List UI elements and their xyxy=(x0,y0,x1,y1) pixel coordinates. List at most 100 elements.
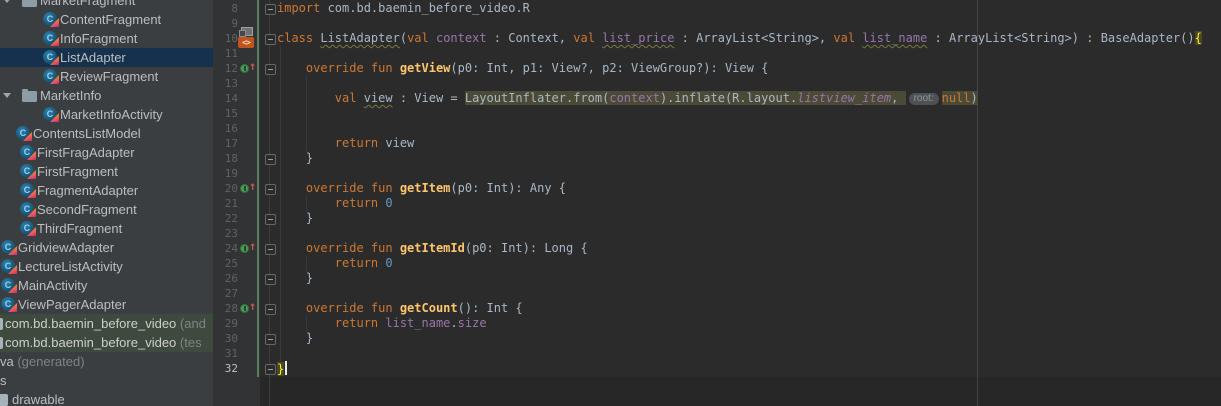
code-line-17[interactable]: return view xyxy=(277,136,414,151)
code-token: import xyxy=(277,1,328,15)
code-token: 0 xyxy=(385,196,393,210)
code-token: val xyxy=(833,31,863,45)
code-token: view xyxy=(378,136,415,150)
line-number: 10 xyxy=(224,32,238,45)
tree-item-com-bd-baemin-before-video[interactable]: com.bd.baemin_before_video (tes xyxy=(0,333,213,352)
tree-item-contentslistmodel[interactable]: C ContentsListModel xyxy=(0,124,213,143)
tree-item-infofragment[interactable]: C InfoFragment xyxy=(0,29,213,48)
tree-item-viewpageradapter[interactable]: C ViewPagerAdapter xyxy=(0,295,213,314)
tree-item-label: MarketFragment xyxy=(40,0,136,8)
code-token: getView xyxy=(399,61,451,75)
tree-item-mainactivity[interactable]: C MainActivity xyxy=(0,276,213,295)
kotlin-class-icon: C xyxy=(20,201,36,217)
line-number: 14 xyxy=(224,92,238,105)
parameter-name-hint: root: xyxy=(908,93,939,105)
text-caret xyxy=(285,361,288,375)
fold-marker-top[interactable] xyxy=(265,244,276,255)
code-line-25[interactable]: return 0 xyxy=(277,256,393,271)
tree-item-thirdfragment[interactable]: C ThirdFragment xyxy=(0,219,213,238)
expand-arrow-icon[interactable] xyxy=(3,93,11,98)
code-token: list_price xyxy=(602,31,675,45)
fold-marker-end[interactable] xyxy=(265,154,276,165)
line-number: 11 xyxy=(224,47,238,60)
override-method-gutter-icon[interactable]: ↑ xyxy=(240,59,258,75)
tree-item-lecturelistactivity[interactable]: C LectureListActivity xyxy=(0,257,213,276)
tree-item-marketinfo[interactable]: MarketInfo xyxy=(0,86,213,105)
code-line-32[interactable]: } xyxy=(277,361,288,376)
line-number: 9 xyxy=(231,17,238,30)
override-method-gutter-icon[interactable]: ↑ xyxy=(240,239,258,255)
line-number: 25 xyxy=(224,257,238,270)
override-circle-icon xyxy=(240,244,249,253)
override-circle-icon xyxy=(240,304,249,313)
fold-marker-top[interactable] xyxy=(265,184,276,195)
tree-item-label: com.bd.baemin_before_video (and xyxy=(5,316,206,331)
tree-item-label: FirstFragment xyxy=(37,164,118,179)
code-line-30[interactable]: } xyxy=(277,331,313,346)
code-token: } xyxy=(277,151,314,165)
fold-marker-top[interactable] xyxy=(265,304,276,315)
line-number: 26 xyxy=(224,272,238,285)
code-token: } xyxy=(277,362,285,376)
fold-marker-end[interactable] xyxy=(265,364,276,375)
line-number: 8 xyxy=(231,2,238,15)
tree-item-drawable[interactable]: drawable xyxy=(0,390,213,406)
kotlin-class-icon: C xyxy=(43,11,59,27)
code-line-22[interactable]: } xyxy=(277,211,313,226)
tree-item-listadapter[interactable]: C ListAdapter xyxy=(0,48,213,67)
override-method-gutter-icon[interactable]: ↑ xyxy=(240,299,258,315)
code-token: } xyxy=(277,271,314,285)
tree-item-gridviewadapter[interactable]: C GridviewAdapter xyxy=(0,238,213,257)
code-line-10[interactable]: class ListAdapter(val context : Context,… xyxy=(277,31,1202,46)
fold-marker-top[interactable] xyxy=(265,64,276,75)
code-line-18[interactable]: } xyxy=(277,151,313,166)
tree-item-secondfragment[interactable]: C SecondFragment xyxy=(0,200,213,219)
folder-icon xyxy=(22,89,37,102)
tree-item-firstfragment[interactable]: C FirstFragment xyxy=(0,162,213,181)
tree-item-firstfragadapter[interactable]: C FirstFragAdapter xyxy=(0,143,213,162)
line-number: 32 xyxy=(224,362,238,375)
code-line-24[interactable]: override fun getItemId(p0: Int): Long { xyxy=(277,241,588,256)
code-token: (p0: Int): Any { xyxy=(450,181,566,195)
kotlin-class-icon: C xyxy=(16,125,32,141)
fold-marker-end[interactable] xyxy=(265,274,276,285)
tree-item-s[interactable]: s xyxy=(0,371,213,390)
line-number: 29 xyxy=(224,317,238,330)
right-margin-guide xyxy=(977,0,978,406)
related-layout-gutter-icon[interactable]: <> xyxy=(238,27,256,48)
code-line-8[interactable]: import com.bd.baemin_before_video.R xyxy=(277,1,530,16)
expand-arrow-icon[interactable] xyxy=(3,0,11,3)
kotlin-class-icon: C xyxy=(1,296,17,312)
fold-marker-end[interactable] xyxy=(265,334,276,345)
code-line-29[interactable]: return list_name.size xyxy=(277,316,487,331)
code-line-28[interactable]: override fun getCount(): Int { xyxy=(277,301,523,316)
code-token: override fun xyxy=(305,301,400,315)
line-number: 23 xyxy=(224,227,238,240)
fold-marker-end[interactable] xyxy=(265,214,276,225)
code-token: ).inflate(R.layout. xyxy=(659,91,798,105)
line-number: 20 xyxy=(224,182,238,195)
code-token: , xyxy=(891,91,906,105)
tree-item-reviewfragment[interactable]: C ReviewFragment xyxy=(0,67,213,86)
code-token: } xyxy=(277,331,314,345)
line-number: 19 xyxy=(224,167,238,180)
code-token: LayoutInflater.from( xyxy=(464,91,610,105)
fold-marker-top[interactable] xyxy=(265,34,276,45)
override-method-gutter-icon[interactable]: ↑ xyxy=(240,179,258,195)
tree-item-marketinfoactivity[interactable]: C MarketInfoActivity xyxy=(0,105,213,124)
tree-item-com-bd-baemin-before-video[interactable]: com.bd.baemin_before_video (and xyxy=(0,314,213,333)
tree-item-marketfragment[interactable]: MarketFragment xyxy=(0,0,213,10)
code-token: val xyxy=(573,31,603,45)
code-line-21[interactable]: return 0 xyxy=(277,196,393,211)
tree-item-va[interactable]: va (generated) xyxy=(0,352,213,371)
code-line-14[interactable]: val view : View = LayoutInflater.from(co… xyxy=(277,91,978,106)
fold-marker-top[interactable] xyxy=(265,4,276,15)
code-line-20[interactable]: override fun getItem(p0: Int): Any { xyxy=(277,181,566,196)
code-token: getItemId xyxy=(399,241,465,255)
tree-item-suffix: (generated) xyxy=(13,354,85,369)
code-line-12[interactable]: override fun getView(p0: Int, p1: View?,… xyxy=(277,61,768,76)
tree-item-fragmentadapter[interactable]: C FragmentAdapter xyxy=(0,181,213,200)
code-line-26[interactable]: } xyxy=(277,271,313,286)
tree-item-contentfragment[interactable]: C ContentFragment xyxy=(0,10,213,29)
